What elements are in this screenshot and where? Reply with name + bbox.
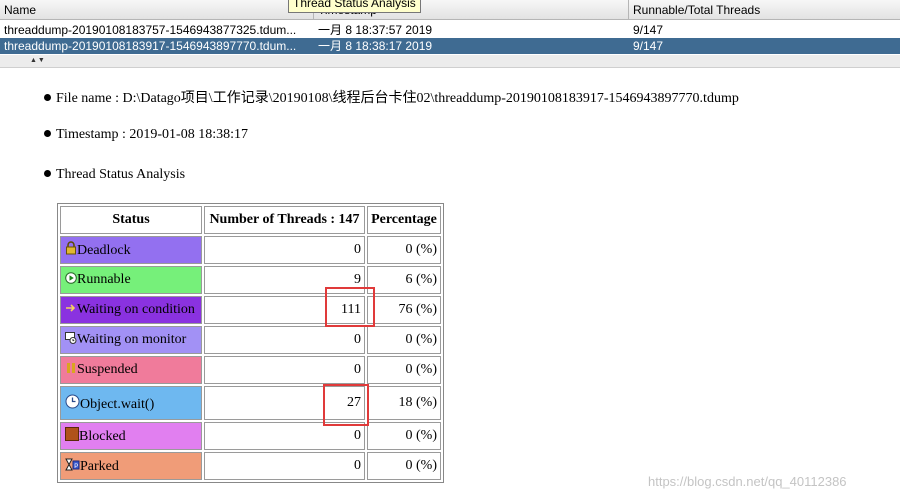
percentage-cell: 76 (%)	[367, 296, 441, 324]
highlight-box	[323, 384, 369, 426]
section-title: Thread Status Analysis	[56, 167, 186, 182]
status-cell: Blocked	[60, 422, 202, 450]
play-icon	[65, 272, 77, 284]
highlight-box	[325, 287, 375, 327]
bullet-icon	[44, 130, 51, 138]
status-label: Suspended	[77, 362, 138, 377]
status-row-suspended: Suspended 0 0 (%)	[60, 356, 441, 384]
status-cell: Waiting on monitor	[60, 326, 202, 354]
hourglass-icon: P	[65, 458, 80, 471]
status-table-header: Status Number of Threads : 147 Percentag…	[60, 206, 441, 234]
percentage-cell: 0 (%)	[367, 356, 441, 384]
status-cell: Suspended	[60, 356, 202, 384]
splitter-arrows-icon[interactable]: ▲▼	[30, 55, 46, 67]
svg-text:P: P	[74, 463, 78, 469]
thread-status-table: Status Number of Threads : 147 Percentag…	[57, 203, 444, 483]
status-cell: Object.wait()	[60, 386, 202, 420]
thread-dumps-table: Name Timestamp Runnable/Total Threads Th…	[0, 0, 900, 58]
percentage-cell: 0 (%)	[367, 452, 441, 480]
monitor-icon	[65, 332, 77, 344]
status-row-blocked: Blocked 0 0 (%)	[60, 422, 441, 450]
status-label: Deadlock	[77, 243, 131, 258]
count-cell: 0	[204, 452, 365, 480]
percentage-cell: 0 (%)	[367, 422, 441, 450]
clock-icon	[65, 394, 80, 409]
splitter-handle[interactable]: ▲▼	[0, 55, 900, 68]
status-label: Parked	[80, 458, 119, 474]
watermark: https://blog.csdn.net/qq_40112386	[648, 474, 847, 489]
table-row-selected[interactable]: threaddump-20190108183917-1546943897770.…	[0, 38, 900, 54]
column-header-runnable-total[interactable]: Runnable/Total Threads	[629, 0, 900, 20]
count-header: Number of Threads : 147	[204, 206, 365, 234]
status-label: Runnable	[77, 272, 131, 287]
column-header-name[interactable]: Name	[0, 0, 314, 20]
row-timestamp: 一月 8 18:37:57 2019	[318, 23, 433, 37]
timestamp-text: Timestamp : 2019-01-08 18:38:17	[56, 127, 248, 142]
status-cell: Runnable	[60, 266, 202, 294]
status-label: Waiting on condition	[77, 302, 195, 317]
file-name-line: File name : D:\Datago项目\工作记录\20190108\线程…	[44, 87, 739, 107]
status-cell: Deadlock	[60, 236, 202, 264]
arrow-icon	[65, 302, 77, 314]
lock-icon	[65, 241, 77, 255]
row-threads: 9/147	[633, 23, 664, 37]
status-row-parked: P Parked 0 0 (%)	[60, 452, 441, 480]
percentage-cell: 0 (%)	[367, 326, 441, 354]
section-title-line: Thread Status Analysis	[44, 167, 185, 183]
status-label: Blocked	[79, 429, 126, 444]
status-label: Waiting on monitor	[77, 332, 187, 347]
status-cell: P Parked	[60, 452, 202, 480]
row-name: threaddump-20190108183917-1546943897770.…	[4, 39, 297, 53]
row-threads: 9/147	[633, 39, 664, 53]
count-cell: 0	[204, 356, 365, 384]
status-label: Object.wait()	[80, 396, 155, 412]
count-cell: 0	[204, 236, 365, 264]
status-row-runnable: Runnable 9 6 (%)	[60, 266, 441, 294]
status-header: Status	[60, 206, 202, 234]
file-name-text: File name : D:\Datago项目\工作记录\20190108\线程…	[56, 91, 739, 106]
tooltip: Thread Status Analysis	[288, 0, 421, 13]
bullet-icon	[44, 170, 51, 178]
status-row-deadlock: Deadlock 0 0 (%)	[60, 236, 441, 264]
percentage-cell: 18 (%)	[367, 386, 441, 420]
count-cell: 0	[204, 326, 365, 354]
percentage-cell: 0 (%)	[367, 236, 441, 264]
count-cell: 0	[204, 422, 365, 450]
table-row[interactable]: threaddump-20190108183757-1546943877325.…	[0, 22, 900, 38]
row-name: threaddump-20190108183757-1546943877325.…	[4, 23, 297, 37]
status-row-object-wait: Object.wait() 27 18 (%)	[60, 386, 441, 420]
status-cell: Waiting on condition	[60, 296, 202, 324]
percentage-cell: 6 (%)	[367, 266, 441, 294]
pause-icon	[65, 362, 77, 374]
bullet-icon	[44, 94, 51, 102]
status-row-waiting-on-condition: Waiting on condition 111 76 (%)	[60, 296, 441, 324]
status-row-waiting-on-monitor: Waiting on monitor 0 0 (%)	[60, 326, 441, 354]
timestamp-line: Timestamp : 2019-01-08 18:38:17	[44, 127, 248, 143]
block-icon	[65, 427, 79, 441]
percentage-header: Percentage	[367, 206, 441, 234]
row-timestamp: 一月 8 18:38:17 2019	[318, 39, 433, 53]
